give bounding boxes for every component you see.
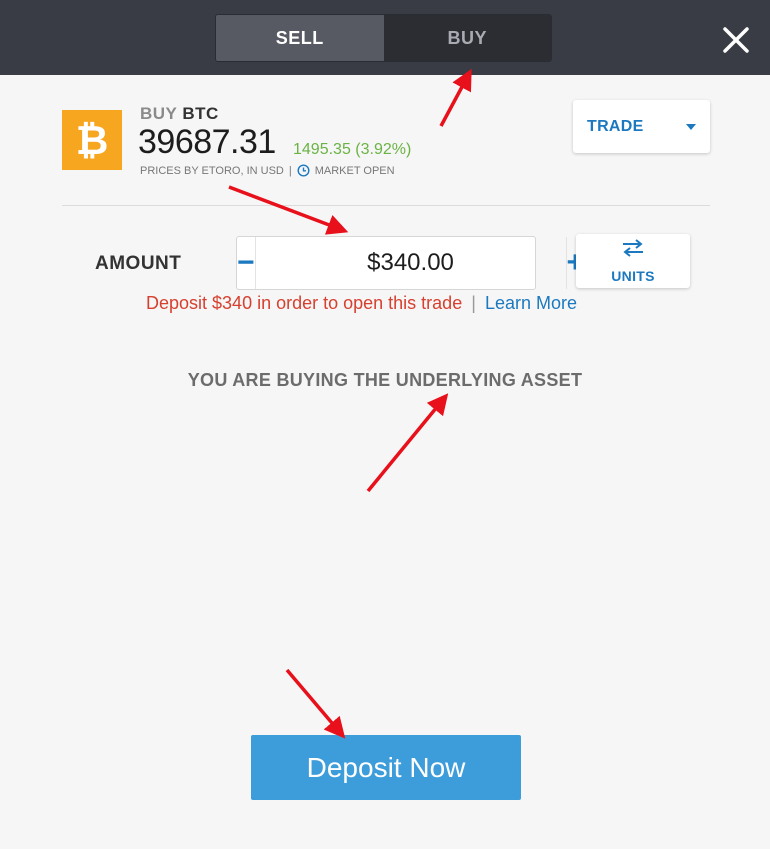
deposit-warning: Deposit $340 in order to open this trade… [146,293,577,314]
underlying-asset-notice: YOU ARE BUYING THE UNDERLYING ASSET [187,370,583,390]
svg-text:₿: ₿ [76,118,109,163]
action-label: BUY [140,104,178,123]
instrument-title: BUY BTC [140,104,219,124]
trade-mode-dropdown[interactable]: TRADE [573,100,710,153]
sell-buy-toggle: SELL BUY [215,14,552,62]
chevron-down-icon [686,123,696,130]
amount-stepper: − + [236,236,584,290]
amount-label: AMOUNT [95,253,182,274]
decrease-amount-button[interactable]: − [237,237,256,289]
sell-tab[interactable]: SELL [216,15,384,61]
current-price: 39687.31 [138,123,276,161]
deposit-now-button[interactable]: Deposit Now [251,735,521,800]
header-bar: SELL BUY [0,0,770,75]
symbol-label: BTC [182,104,219,123]
price-source: PRICES BY ETORO, IN USD [140,164,284,177]
units-label: UNITS [611,267,655,284]
divider [62,205,710,206]
price-change: 1495.35 (3.92%) [293,141,412,158]
deposit-warning-text: Deposit $340 in order to open this trade [146,293,463,313]
price-meta: PRICES BY ETORO, IN USD | MARKET OPEN [140,164,395,177]
warning-separator: | [471,293,476,313]
amount-input[interactable] [255,237,566,289]
swap-arrows-icon [621,238,645,262]
close-icon[interactable] [718,22,754,58]
annotation-arrow [228,185,349,235]
annotation-arrow [439,68,472,127]
clock-icon [297,164,310,177]
market-status: MARKET OPEN [314,164,395,177]
buy-tab[interactable]: BUY [383,15,551,61]
learn-more-link[interactable]: Learn More [485,293,577,313]
annotation-arrow [366,393,449,493]
units-toggle-button[interactable]: UNITS [576,234,690,288]
annotation-arrow [285,668,346,739]
bitcoin-icon: ₿ [62,110,122,170]
trade-mode-label: TRADE [587,117,644,135]
meta-separator: | [288,164,292,177]
